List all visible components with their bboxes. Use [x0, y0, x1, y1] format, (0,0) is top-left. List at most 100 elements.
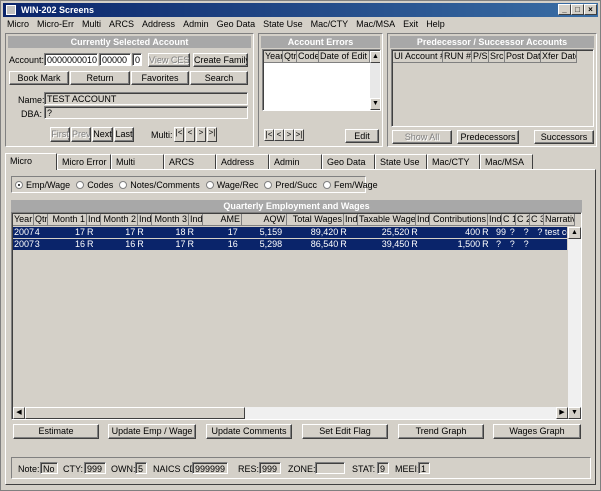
- col-c3: C 3: [530, 214, 544, 226]
- wages-h-scrollbar[interactable]: ◀ ▶: [13, 407, 568, 419]
- multi-next-button[interactable]: >: [196, 127, 206, 142]
- tab-geo-data[interactable]: Geo Data: [322, 154, 375, 170]
- tab-micro[interactable]: Micro: [5, 153, 57, 170]
- col-code: Code: [297, 51, 319, 63]
- update-comments-button[interactable]: Update Comments: [206, 424, 292, 439]
- estimate-button[interactable]: Estimate: [13, 424, 99, 439]
- menu-geo-data[interactable]: Geo Data: [213, 18, 260, 31]
- menu-mac-cty[interactable]: Mac/CTY: [307, 18, 353, 31]
- errors-first-button[interactable]: |<: [264, 129, 274, 141]
- note-field: No: [40, 462, 58, 474]
- scroll-up-icon[interactable]: ▲: [370, 51, 380, 63]
- show-all-button[interactable]: Show All: [392, 130, 452, 144]
- radio-icon: [76, 180, 85, 189]
- scroll-up-icon[interactable]: ▲: [568, 227, 581, 239]
- wages-grid[interactable]: Year Qtr Month 1 Ind Month 2 Ind Month 3…: [11, 212, 582, 420]
- radio-wage-rec[interactable]: Wage/Rec: [205, 180, 258, 190]
- prev-button[interactable]: Prev: [71, 127, 91, 142]
- scroll-left-icon[interactable]: ◀: [13, 407, 25, 419]
- menu-help[interactable]: Help: [422, 18, 449, 31]
- menu-micro-err[interactable]: Micro-Err: [33, 18, 78, 31]
- meei-label: MEEI:: [395, 464, 420, 474]
- errors-next-button[interactable]: >: [284, 129, 294, 141]
- radio-pred-succ[interactable]: Pred/Succ: [264, 180, 317, 190]
- cty-field: 999: [84, 462, 106, 474]
- errors-prev-button[interactable]: <: [274, 129, 284, 141]
- col-ame: AME: [203, 214, 242, 226]
- pred-succ-grid-header: UI Account # RUN # P/S Src Post Date Xfe…: [393, 51, 577, 63]
- zone-label: ZONE:: [288, 464, 316, 474]
- account-input[interactable]: 0000000010: [44, 53, 98, 66]
- radio-emp-wage[interactable]: Emp/Wage: [15, 180, 70, 190]
- multi-last-button[interactable]: >|: [207, 127, 217, 142]
- multi-prev-button[interactable]: <: [185, 127, 195, 142]
- sub-account-2-input[interactable]: 0: [132, 53, 142, 66]
- search-button[interactable]: Search: [190, 71, 248, 85]
- view-ces-button[interactable]: View CES: [148, 53, 190, 67]
- radio-icon: [205, 180, 214, 189]
- scroll-right-icon[interactable]: ▶: [556, 407, 568, 419]
- menu-exit[interactable]: Exit: [399, 18, 422, 31]
- last-button[interactable]: Last: [114, 127, 134, 142]
- set-edit-flag-button[interactable]: Set Edit Flag: [302, 424, 388, 439]
- title-bar: WIN-202 Screens _ □ ×: [3, 3, 598, 17]
- menu-address[interactable]: Address: [138, 18, 179, 31]
- pred-succ-grid[interactable]: UI Account # RUN # P/S Src Post Date Xfe…: [391, 49, 594, 127]
- return-button[interactable]: Return: [70, 71, 130, 85]
- update-emp-wage-button[interactable]: Update Emp / Wage: [108, 424, 196, 439]
- scroll-thumb[interactable]: [25, 407, 245, 419]
- menu-state-use[interactable]: State Use: [259, 18, 307, 31]
- first-button[interactable]: First: [50, 127, 70, 142]
- menu-mac-msa[interactable]: Mac/MSA: [352, 18, 399, 31]
- successors-button[interactable]: Successors: [534, 130, 594, 144]
- tab-multi[interactable]: Multi: [111, 154, 164, 170]
- menu-multi[interactable]: Multi: [78, 18, 105, 31]
- col-run: RUN #: [443, 51, 472, 63]
- menu-micro[interactable]: Micro: [3, 18, 33, 31]
- col-ind5: Ind: [416, 214, 430, 226]
- radio-notes-comments[interactable]: Notes/Comments: [119, 180, 200, 190]
- tab-mac-msa[interactable]: Mac/MSA: [480, 154, 533, 170]
- errors-panel-title: Account Errors: [261, 36, 380, 48]
- radio-codes[interactable]: Codes: [76, 180, 113, 190]
- sub-account-input[interactable]: 00000: [99, 53, 131, 66]
- next-button[interactable]: Next: [92, 127, 113, 142]
- favorites-button[interactable]: Favorites: [131, 71, 189, 85]
- col-aqw: AQW: [242, 214, 287, 226]
- tab-arcs[interactable]: ARCS: [164, 154, 216, 170]
- errors-last-button[interactable]: >|: [294, 129, 304, 141]
- tab-micro-error[interactable]: Micro Error: [57, 154, 111, 170]
- app-icon: [6, 5, 16, 15]
- scroll-down-icon[interactable]: ▼: [370, 98, 380, 110]
- table-row[interactable]: 2007 4 17 R 17 R 18 R 17 5,159 89,420 R …: [13, 227, 567, 238]
- predecessors-button[interactable]: Predecessors: [457, 130, 519, 144]
- tab-admin[interactable]: Admin: [269, 154, 322, 170]
- tab-state-use[interactable]: State Use: [375, 154, 427, 170]
- edit-button[interactable]: Edit: [345, 129, 379, 143]
- multi-first-button[interactable]: |<: [174, 127, 184, 142]
- table-row[interactable]: 2007 3 16 R 16 R 17 R 16 5,298 86,540 R …: [13, 239, 567, 250]
- radio-icon: [119, 180, 128, 189]
- maximize-button[interactable]: □: [571, 4, 584, 15]
- errors-grid[interactable]: Year Qtr Code Date of Edit ▲ ▼: [262, 49, 381, 111]
- radio-selected-icon: [15, 180, 23, 189]
- radio-fem-wage[interactable]: Fem/Wage: [322, 180, 378, 190]
- tab-address[interactable]: Address: [216, 154, 269, 170]
- menu-bar: Micro Micro-Err Multi ARCS Address Admin…: [3, 18, 598, 31]
- trend-graph-button[interactable]: Trend Graph: [398, 424, 484, 439]
- radio-icon: [322, 180, 331, 189]
- menu-admin[interactable]: Admin: [179, 18, 213, 31]
- close-button[interactable]: ×: [584, 4, 597, 15]
- wages-v-scrollbar[interactable]: ▲ ▼: [568, 227, 581, 419]
- tab-mac-cty[interactable]: Mac/CTY: [427, 154, 480, 170]
- minimize-button[interactable]: _: [558, 4, 571, 15]
- scroll-down-icon[interactable]: ▼: [568, 407, 581, 419]
- menu-arcs[interactable]: ARCS: [105, 18, 138, 31]
- wages-grid-header: Year Qtr Month 1 Ind Month 2 Ind Month 3…: [13, 214, 575, 226]
- bookmark-button[interactable]: Book Mark: [9, 71, 69, 85]
- wages-title: Quarterly Employment and Wages: [11, 200, 582, 212]
- multi-label: Multi:: [151, 130, 173, 140]
- errors-scrollbar[interactable]: ▲ ▼: [370, 51, 380, 110]
- wages-graph-button[interactable]: Wages Graph: [493, 424, 581, 439]
- create-family-button[interactable]: Create Family: [193, 53, 248, 67]
